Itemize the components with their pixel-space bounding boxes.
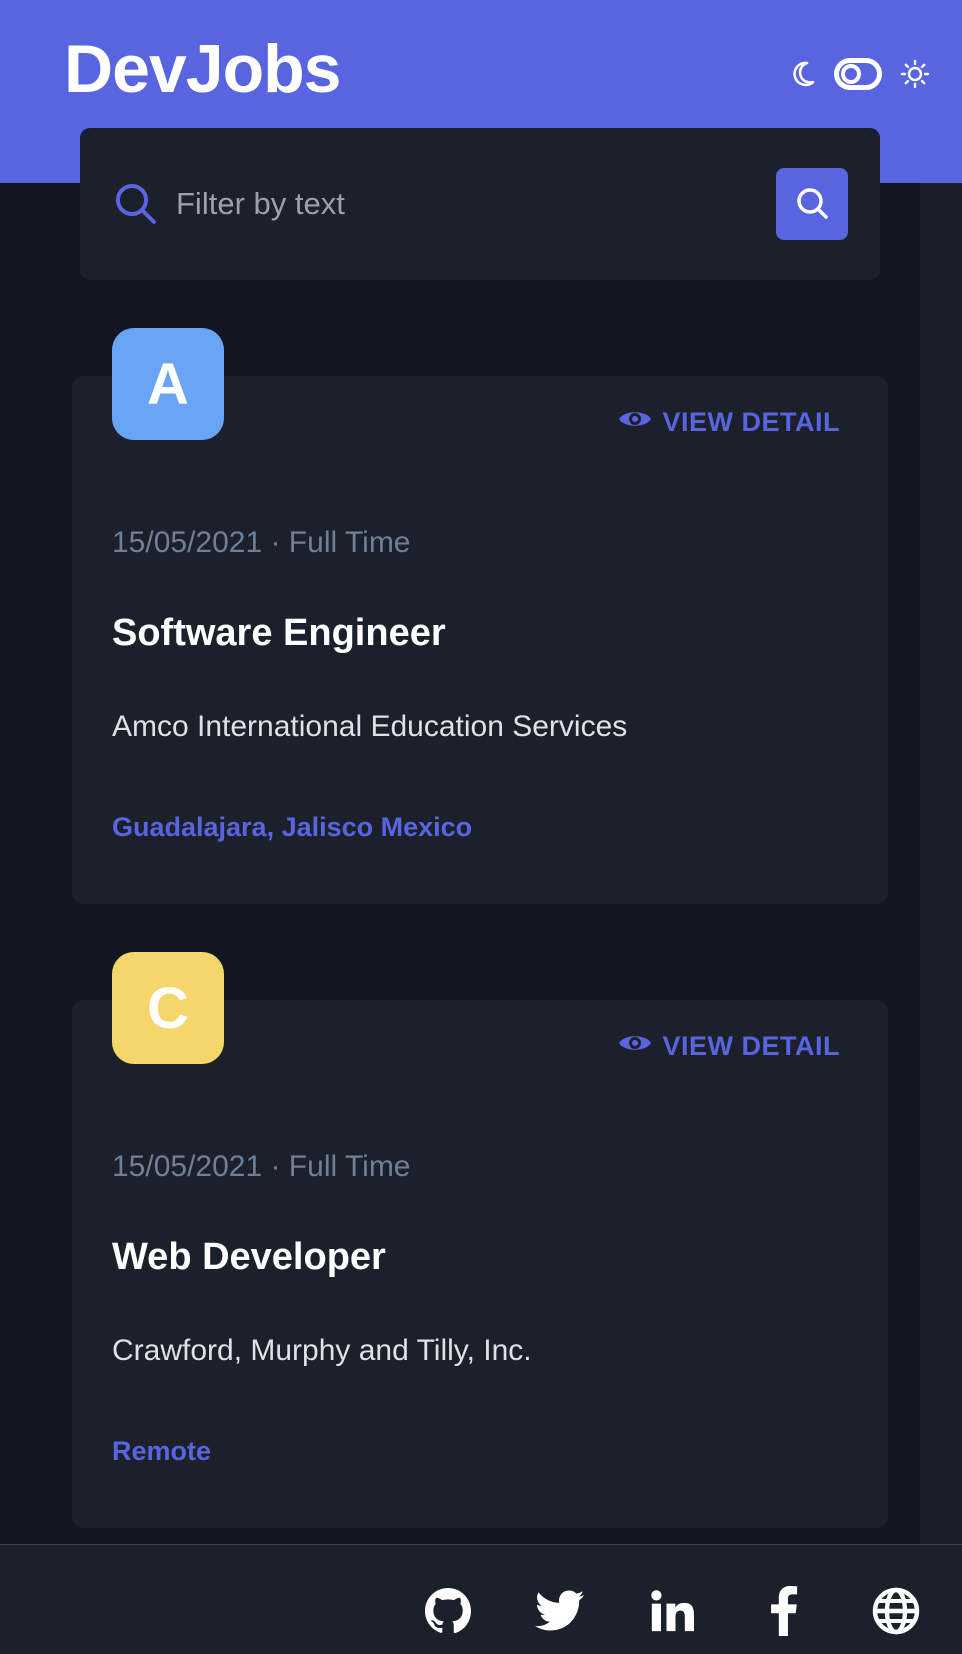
scroll-track bbox=[920, 0, 962, 1654]
eye-icon bbox=[617, 406, 653, 439]
search-input[interactable] bbox=[176, 174, 696, 234]
search-button-icon bbox=[795, 186, 829, 223]
search-icon bbox=[114, 182, 158, 231]
footer bbox=[0, 1544, 962, 1654]
view-detail-link[interactable]: VIEW DETAIL bbox=[617, 402, 841, 442]
moon-icon bbox=[790, 60, 816, 93]
sun-icon bbox=[900, 59, 930, 94]
facebook-icon[interactable] bbox=[758, 1585, 810, 1637]
github-icon[interactable] bbox=[422, 1585, 474, 1637]
job-location: Guadalajara, Jalisco Mexico bbox=[112, 812, 473, 842]
search-bar bbox=[80, 128, 880, 280]
job-meta: 15/05/2021 · Full Time bbox=[112, 526, 411, 559]
job-card[interactable]: A VIEW DETAIL 15/05/2021 · Full Time Sof… bbox=[72, 328, 888, 904]
company-name: Amco International Education Services bbox=[112, 710, 628, 743]
job-location: Remote bbox=[112, 1436, 212, 1466]
page: DevJobs Filter by text A VIEW DETAIL 15/… bbox=[0, 0, 962, 1654]
view-detail-label: VIEW DETAIL bbox=[662, 1030, 840, 1061]
job-title[interactable]: Web Developer bbox=[112, 1236, 386, 1279]
job-card[interactable]: C VIEW DETAIL 15/05/2021 · Full Time Web… bbox=[72, 952, 888, 1528]
theme-switch-knob bbox=[841, 64, 861, 84]
view-detail-label: VIEW DETAIL bbox=[662, 406, 840, 437]
linkedin-icon[interactable] bbox=[646, 1585, 698, 1637]
view-detail-link[interactable]: VIEW DETAIL bbox=[617, 1026, 841, 1066]
globe-icon[interactable] bbox=[870, 1585, 922, 1637]
job-meta: 15/05/2021 · Full Time bbox=[112, 1150, 411, 1183]
twitter-icon[interactable] bbox=[534, 1585, 586, 1637]
company-name: Crawford, Murphy and Tilly, Inc. bbox=[112, 1334, 532, 1367]
company-logo: C bbox=[112, 952, 224, 1064]
theme-toggle[interactable] bbox=[790, 56, 932, 96]
theme-switch[interactable] bbox=[834, 58, 882, 90]
job-title[interactable]: Software Engineer bbox=[112, 612, 446, 655]
search-button[interactable] bbox=[776, 168, 848, 240]
eye-icon bbox=[617, 1030, 653, 1063]
app-logo[interactable]: DevJobs bbox=[64, 30, 341, 108]
company-logo: A bbox=[112, 328, 224, 440]
